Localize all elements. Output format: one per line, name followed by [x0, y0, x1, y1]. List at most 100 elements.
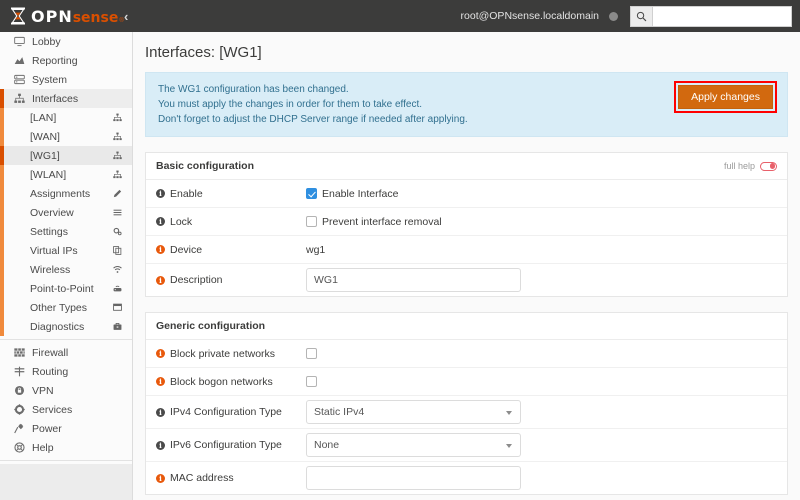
sidebar-item-virtual-ips[interactable]: Virtual IPs: [0, 241, 132, 260]
sidebar-item-settings[interactable]: Settings: [0, 222, 132, 241]
globe-lock-icon: [14, 385, 29, 396]
sidebar-item-label: Power: [32, 422, 62, 435]
sitemap-icon: [113, 170, 122, 179]
label-mac-address: i MAC address: [156, 472, 306, 484]
footer: OPNsense (c) 2014-2022 Deciso B.V.: [145, 495, 788, 500]
sidebar-subitem-label: [WLAN]: [30, 168, 67, 181]
sidebar-item-point-to-point[interactable]: Point-to-Point: [0, 279, 132, 298]
info-icon[interactable]: i: [156, 407, 165, 417]
copy-icon: [113, 246, 122, 255]
enable-interface-label[interactable]: Enable Interface: [322, 188, 398, 200]
sidebar-item-reporting[interactable]: Reporting: [0, 51, 132, 70]
field-label: Device: [170, 243, 203, 256]
pencil-icon: [113, 189, 122, 198]
label-lock: i Lock: [156, 216, 306, 228]
info-icon[interactable]: i: [156, 245, 165, 254]
sidebar-item-system[interactable]: System: [0, 70, 132, 89]
sidebar-subitem-label: Virtual IPs: [30, 244, 78, 257]
prevent-removal-checkbox[interactable]: [306, 216, 317, 227]
sidebar-item-label: Interfaces: [32, 92, 79, 105]
prevent-removal-label[interactable]: Prevent interface removal: [322, 216, 442, 228]
sidebar-item-overview[interactable]: Overview: [0, 203, 132, 222]
basic-configuration-panel: Basic configuration full help i Enable E…: [145, 152, 788, 297]
panel-title: Basic configuration: [156, 160, 255, 172]
sidebar-item-wan[interactable]: [WAN]: [0, 127, 132, 146]
ipv4-configuration-type-select[interactable]: Static IPv4: [306, 400, 521, 424]
search-button[interactable]: [630, 5, 652, 27]
value-description: [306, 268, 777, 292]
apply-changes-button[interactable]: Apply changes: [678, 85, 773, 109]
sidebar-item-lan[interactable]: [LAN]: [0, 108, 132, 127]
road-sign-icon: [14, 366, 29, 377]
current-user-label: root@OPNsense.localdomain: [460, 10, 599, 22]
label-block-bogon-networks: i Block bogon networks: [156, 376, 306, 388]
generic-configuration-panel: Generic configuration i Block private ne…: [145, 312, 788, 495]
info-icon[interactable]: i: [156, 217, 165, 226]
sidebar-collapse-button[interactable]: ‹: [118, 7, 134, 26]
row-description: i Description: [146, 264, 787, 296]
sidebar-item-label: VPN: [32, 384, 54, 397]
list-icon: [113, 208, 122, 217]
info-icon[interactable]: i: [156, 440, 165, 450]
sidebar-item-label: Routing: [32, 365, 69, 378]
sidebar-item-label: Reporting: [32, 54, 78, 67]
generic-configuration-header: Generic configuration: [146, 313, 787, 340]
sidebar-subitem-label: [LAN]: [30, 111, 57, 124]
sidebar-item-services[interactable]: Services: [0, 400, 132, 419]
toggle-switch-icon[interactable]: [760, 161, 777, 171]
sidebar-navigation[interactable]: Lobby Reporting System Interfaces [LAN] …: [0, 32, 133, 500]
row-block-private-networks: i Block private networks: [146, 340, 787, 368]
label-enable: i Enable: [156, 188, 306, 200]
info-icon[interactable]: i: [156, 377, 165, 386]
sitemap-icon: [113, 151, 122, 160]
sidebar-item-firewall[interactable]: Firewall: [0, 343, 132, 362]
content-area: The WG1 configuration has been changed. …: [133, 72, 800, 500]
row-ipv4-configuration-type: i IPv4 Configuration Type Static IPv4: [146, 396, 787, 429]
block-bogon-networks-checkbox[interactable]: [306, 376, 317, 387]
block-private-networks-checkbox[interactable]: [306, 348, 317, 359]
info-icon[interactable]: i: [156, 189, 165, 198]
top-bar-right: root@OPNsense.localdomain: [461, 0, 800, 32]
info-icon[interactable]: i: [156, 275, 165, 285]
sidebar-item-interfaces[interactable]: Interfaces: [0, 89, 132, 108]
mac-address-input[interactable]: [306, 466, 521, 490]
label-ipv6-configuration-type: i IPv6 Configuration Type: [156, 439, 306, 451]
sidebar-item-diagnostics[interactable]: Diagnostics: [0, 317, 132, 336]
sidebar-item-lobby[interactable]: Lobby: [0, 32, 132, 51]
enable-interface-checkbox[interactable]: [306, 188, 317, 199]
sidebar-item-wlan[interactable]: [WLAN]: [0, 165, 132, 184]
value-ipv6-configuration-type: None: [306, 433, 777, 457]
sidebar-subitem-label: Other Types: [30, 301, 88, 314]
selected-option-label: None: [314, 439, 340, 451]
sidebar-divider: [0, 339, 132, 340]
sidebar-item-power[interactable]: Power: [0, 419, 132, 438]
description-input[interactable]: [306, 268, 521, 292]
sidebar-item-label: System: [32, 73, 68, 86]
opnsense-logo[interactable]: OPN sense ®: [0, 0, 124, 32]
monitor-icon: [14, 36, 29, 47]
info-icon[interactable]: i: [156, 473, 165, 483]
window-icon: [113, 303, 122, 312]
sidebar-item-assignments[interactable]: Assignments: [0, 184, 132, 203]
sidebar-item-wireless[interactable]: Wireless: [0, 260, 132, 279]
row-ipv6-configuration-type: i IPv6 Configuration Type None: [146, 429, 787, 462]
wifi-icon: [113, 265, 122, 274]
info-icon[interactable]: i: [156, 349, 165, 358]
row-enable: i Enable Enable Interface: [146, 180, 787, 208]
search-box[interactable]: [630, 5, 792, 27]
sidebar-item-routing[interactable]: Routing: [0, 362, 132, 381]
sidebar-item-help[interactable]: Help: [0, 438, 132, 457]
full-help-toggle[interactable]: full help: [724, 161, 777, 171]
field-label: IPv6 Configuration Type: [170, 439, 282, 451]
search-input[interactable]: [652, 5, 792, 27]
value-enable: Enable Interface: [306, 188, 777, 200]
sidebar-subitem-label: Wireless: [30, 263, 71, 276]
field-label: Block private networks: [170, 347, 276, 360]
sidebar-subitem-label: Settings: [30, 225, 68, 238]
sidebar-item-vpn[interactable]: VPN: [0, 381, 132, 400]
sidebar-item-wg1[interactable]: [WG1]: [0, 146, 132, 165]
sidebar-item-label: Lobby: [32, 35, 61, 48]
sidebar-item-other-types[interactable]: Other Types: [0, 298, 132, 317]
field-label: IPv4 Configuration Type: [170, 406, 282, 418]
ipv6-configuration-type-select[interactable]: None: [306, 433, 521, 457]
